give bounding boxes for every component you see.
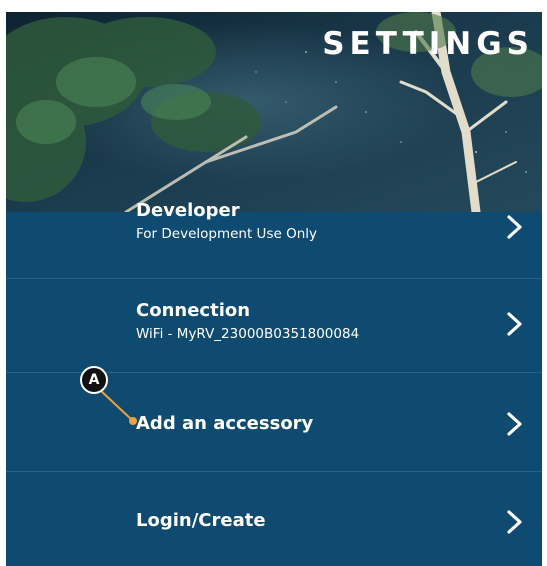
settings-screen: SETTINGS Developer For Development Use O… [6,12,542,566]
annotation-point [129,417,137,425]
annotation-leader-line [99,389,137,425]
annotation-badge: A [80,366,108,394]
